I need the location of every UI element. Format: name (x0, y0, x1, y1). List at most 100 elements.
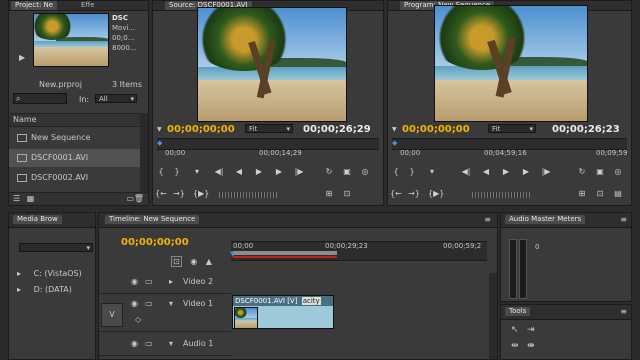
track-target-v[interactable]: V (101, 303, 123, 327)
set-in-icon[interactable]: { (155, 167, 167, 177)
jog-shuttle[interactable] (219, 192, 277, 198)
safe-margins-icon[interactable]: ▣ (341, 167, 353, 177)
drive-item[interactable]: ▸ D: (DATA) (17, 285, 72, 294)
play-in-out-icon[interactable]: {▶} (193, 189, 209, 199)
tab-project[interactable]: Project: Ne (11, 1, 58, 10)
list-view-icon[interactable]: ☰ (13, 194, 20, 203)
tab-media-browser[interactable]: Media Brow (13, 215, 62, 224)
list-item[interactable]: DSCF0002.AVI (9, 169, 148, 187)
timeline-timecode[interactable]: 00;00;00;00 (121, 237, 189, 248)
keyframe-nav-icon[interactable]: ◇ (135, 315, 141, 324)
snap-icon[interactable]: ⊡ (171, 256, 182, 267)
overlay-icon[interactable]: ⊡ (341, 189, 353, 199)
program-fit-dropdown[interactable]: Fit ▾ (488, 124, 536, 133)
panel-menu-icon[interactable]: ≡ (620, 215, 627, 224)
play-icon[interactable]: ▶ (253, 167, 265, 177)
loop-icon[interactable]: ↻ (323, 167, 335, 177)
go-out-marker-icon[interactable]: →} (408, 189, 420, 199)
timeline-panel: Timeline: New Sequence ≡ 00;00;00;00 ⊡ ◉… (98, 212, 498, 360)
go-out-marker-icon[interactable]: →} (173, 189, 185, 199)
speaker-icon[interactable]: ◉ (131, 339, 138, 348)
ripple-edit-tool-icon[interactable]: ⇹ (511, 341, 519, 351)
tab-tools[interactable]: Tools (505, 307, 531, 316)
timeline-clip[interactable]: DSCF0001.AVI [V] acity (232, 295, 334, 329)
expand-arrow-icon[interactable]: ▸ (169, 277, 173, 286)
name-column-header[interactable]: Name (9, 113, 140, 127)
clip-opacity-menu[interactable]: acity (301, 297, 321, 305)
jog-shuttle[interactable] (472, 192, 530, 198)
set-in-icon[interactable]: { (390, 167, 402, 177)
program-ruler-start: 00;00 (400, 149, 421, 157)
play-icon[interactable]: ▶ (500, 167, 512, 177)
keyframe-icon[interactable]: ▲ (206, 257, 212, 266)
marker-icon[interactable]: ▾ (191, 167, 203, 177)
go-in-icon[interactable]: {← (390, 189, 402, 199)
work-area-bar[interactable] (233, 251, 337, 255)
expand-arrow-icon[interactable]: ▾ (169, 339, 173, 348)
media-browser-dropdown[interactable]: ▾ (19, 243, 93, 252)
step-forward-icon[interactable]: ▶ (520, 167, 532, 177)
timeline-scrollbar[interactable] (489, 273, 497, 359)
list-item[interactable]: DSCF0001.AVI (9, 149, 148, 167)
in-dropdown[interactable]: All ▾ (95, 94, 137, 103)
go-in-icon[interactable]: {← (155, 189, 167, 199)
icon-view-icon[interactable]: ▦ (27, 194, 35, 203)
go-out-icon[interactable]: |▶ (293, 167, 305, 177)
tab-effects[interactable]: Effe (77, 1, 99, 10)
eye-icon[interactable]: ◉ (131, 299, 138, 308)
lock-icon[interactable]: ▭ (145, 277, 153, 286)
safe-margins-icon[interactable]: ▣ (594, 167, 606, 177)
lock-icon[interactable]: ▭ (145, 339, 153, 348)
source-fit-dropdown[interactable]: Fit ▾ (245, 124, 293, 133)
output-icon[interactable]: ◎ (612, 167, 624, 177)
source-timecode-in[interactable]: 00;00;00;00 (167, 124, 235, 135)
set-out-icon[interactable]: } (406, 167, 418, 177)
step-back-frame-icon[interactable]: ◀ (480, 167, 492, 177)
name-column-label: Name (13, 115, 37, 124)
expand-arrow-icon[interactable]: ▸ (17, 269, 21, 278)
track-select-tool-icon[interactable]: ⇥ (527, 325, 535, 335)
marker-add-icon[interactable]: ◉ (190, 257, 197, 266)
film-icon (17, 173, 27, 182)
marker-icon[interactable]: ▾ (426, 167, 438, 177)
set-out-icon[interactable]: } (171, 167, 183, 177)
sequence-icon (17, 133, 27, 142)
go-out-icon[interactable]: |▶ (540, 167, 552, 177)
expand-arrow-icon[interactable]: ▾ (169, 299, 173, 308)
insert-icon[interactable]: ⊞ (323, 189, 335, 199)
lift-icon[interactable]: ⊞ (576, 189, 588, 199)
clip-label: DSCF0001.AVI [V] (235, 297, 298, 305)
tab-timeline[interactable]: Timeline: New Sequence (105, 215, 200, 224)
panel-menu-icon[interactable]: ≡ (620, 307, 627, 316)
rolling-edit-tool-icon[interactable]: ⇼ (527, 341, 535, 351)
step-back-icon[interactable]: ◀| (460, 167, 472, 177)
project-scrollbar[interactable] (140, 113, 148, 193)
tab-audio-meters[interactable]: Audio Master Meters (505, 215, 586, 224)
in-dropdown-value: All (99, 95, 108, 103)
trash-icon[interactable]: 🗑 (134, 193, 144, 205)
loop-icon[interactable]: ↻ (576, 167, 588, 177)
extract-icon[interactable]: ⊡ (594, 189, 606, 199)
list-item-label: DSCF0002.AVI (31, 173, 89, 182)
search-field[interactable]: ⌕ (13, 93, 67, 104)
lock-icon[interactable]: ▭ (145, 299, 153, 308)
step-back-frame-icon[interactable]: ◀ (233, 167, 245, 177)
timeline-ruler[interactable]: 00;00 00;00;29;23 00;00;59;2 ▼ (230, 241, 487, 261)
playhead-icon[interactable]: ◆ (157, 139, 162, 147)
eye-icon[interactable]: ◉ (131, 277, 138, 286)
play-in-out-icon[interactable]: {▶} (428, 189, 444, 199)
program-timecode-in[interactable]: 00;00;00;00 (402, 124, 470, 135)
step-back-icon[interactable]: ◀| (213, 167, 225, 177)
play-thumbnail-icon[interactable]: ▶ (19, 53, 25, 62)
playhead-icon[interactable]: ▼ (230, 250, 235, 258)
panel-menu-icon[interactable]: ≡ (484, 215, 491, 224)
playhead-icon[interactable]: ◆ (392, 139, 397, 147)
selection-tool-icon[interactable]: ↖ (511, 325, 519, 335)
export-frame-icon[interactable]: ▤ (612, 189, 624, 199)
expand-arrow-icon[interactable]: ▸ (17, 285, 21, 294)
step-forward-icon[interactable]: ▶ (273, 167, 285, 177)
in-label: In: (79, 95, 90, 104)
list-item[interactable]: New Sequence (9, 129, 148, 147)
drive-item[interactable]: ▸ C: (VistaOS) (17, 269, 82, 278)
output-icon[interactable]: ◎ (359, 167, 371, 177)
